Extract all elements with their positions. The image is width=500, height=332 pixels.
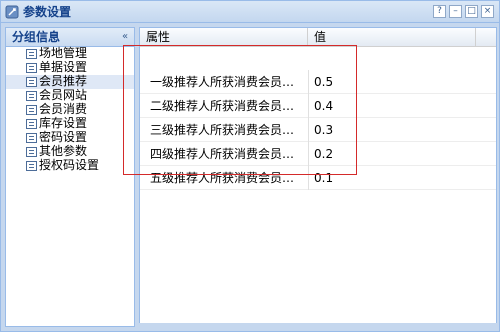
- tree-item-label: 会员推荐: [39, 74, 88, 88]
- list-icon: [26, 133, 37, 143]
- double-chevron-left-icon: «: [121, 31, 129, 42]
- help-tool-button[interactable]: ?: [433, 5, 446, 18]
- group-panel-title: 分组信息: [12, 30, 61, 44]
- minimize-tool-button[interactable]: –: [449, 5, 462, 18]
- list-icon: [26, 119, 37, 129]
- red-annotation-box: [123, 45, 357, 175]
- question-icon: ?: [437, 6, 442, 16]
- list-icon: [26, 77, 37, 87]
- minimize-icon: –: [453, 6, 458, 16]
- window-title: 参数设置: [23, 5, 72, 19]
- tree-item-member-consumption[interactable]: 会员消费: [6, 102, 134, 117]
- window-titlebar[interactable]: 参数设置 ? – □ ×: [1, 1, 499, 23]
- close-icon: ×: [483, 6, 492, 16]
- tree-item-password[interactable]: 密码设置: [6, 130, 134, 145]
- list-icon: [26, 105, 37, 115]
- tree-item-label: 场地管理: [39, 46, 88, 60]
- tree-item-inventory[interactable]: 库存设置: [6, 116, 134, 131]
- tree-item-label: 库存设置: [39, 116, 88, 130]
- maximize-icon: □: [467, 6, 476, 16]
- settings-icon: [5, 5, 19, 19]
- list-icon: [26, 91, 37, 101]
- group-panel: 分组信息 « 场地管理 单据设置 会员推荐 会员网站 会员消费 库存设置 密码设…: [5, 27, 135, 327]
- tree-item-label: 会员消费: [39, 102, 88, 116]
- group-panel-header: 分组信息 «: [6, 28, 134, 47]
- list-icon: [26, 49, 37, 59]
- tree-item-member-referral[interactable]: 会员推荐: [6, 74, 134, 89]
- row-divider: [140, 189, 496, 190]
- tree-item-label: 其他参数: [39, 144, 88, 158]
- window-bottom-edge: [139, 323, 497, 328]
- tree-item-label: 密码设置: [39, 130, 88, 144]
- list-icon: [26, 63, 37, 73]
- tree-item-member-website[interactable]: 会员网站: [6, 88, 134, 103]
- tree-item-documents[interactable]: 单据设置: [6, 60, 134, 75]
- close-tool-button[interactable]: ×: [481, 5, 494, 18]
- tree-item-license-code[interactable]: 授权码设置: [6, 158, 134, 173]
- tree-item-other-params[interactable]: 其他参数: [6, 144, 134, 159]
- tree-item-venue[interactable]: 场地管理: [6, 46, 134, 61]
- tree-item-label: 会员网站: [39, 88, 88, 102]
- maximize-tool-button[interactable]: □: [465, 5, 478, 18]
- tree-item-label: 授权码设置: [39, 158, 100, 172]
- settings-window: 参数设置 ? – □ × 分组信息 « 场地管理 单据设置 会员推荐 会员网站 …: [0, 0, 500, 332]
- tree-item-label: 单据设置: [39, 60, 88, 74]
- collapse-panel-button[interactable]: «: [119, 31, 131, 43]
- list-icon: [26, 147, 37, 157]
- list-icon: [26, 161, 37, 171]
- column-header-spacer: [476, 28, 496, 47]
